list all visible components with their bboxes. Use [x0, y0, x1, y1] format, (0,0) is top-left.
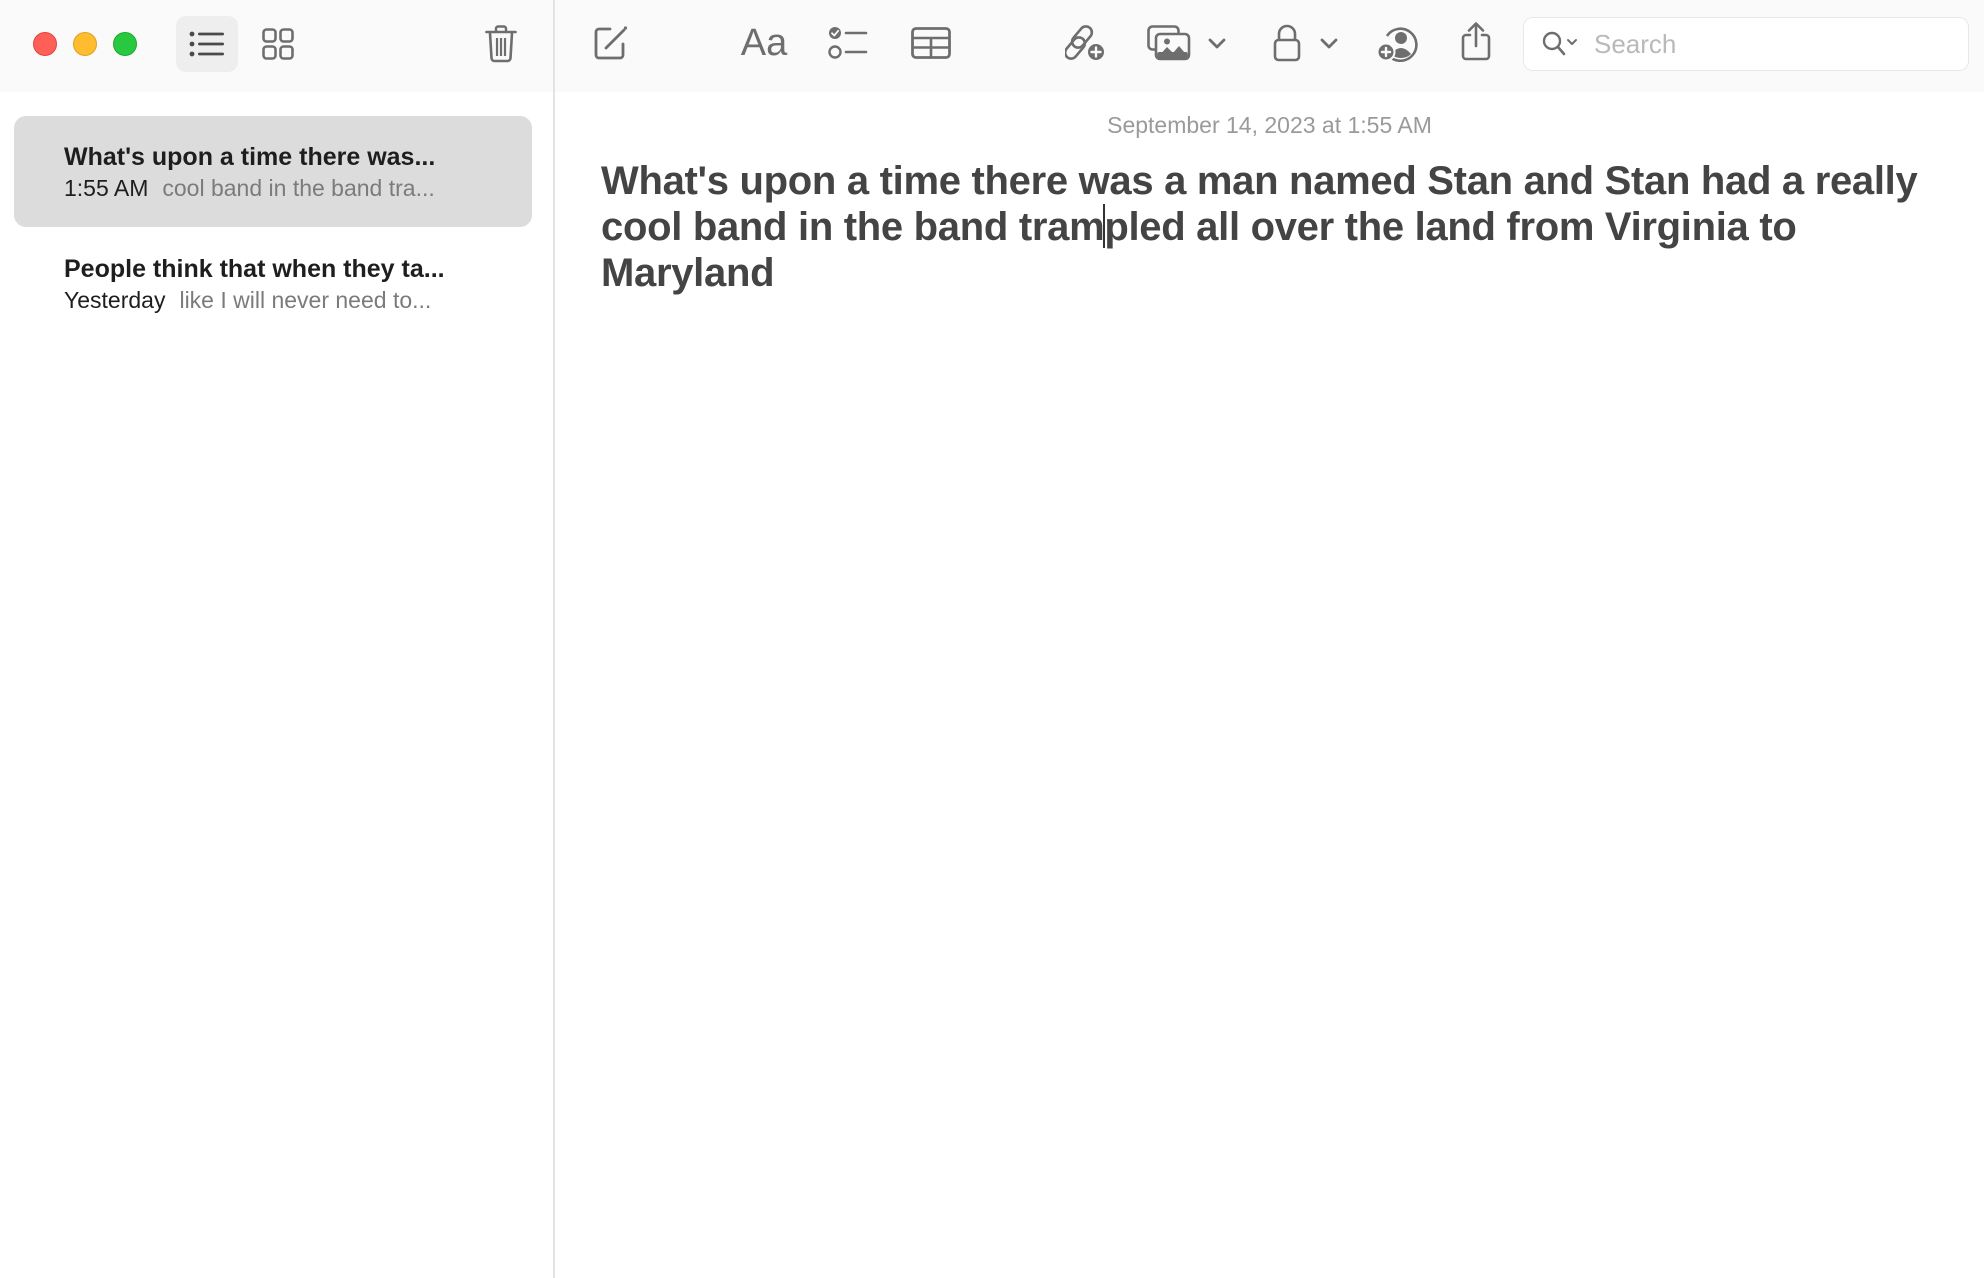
- search-input[interactable]: [1592, 27, 1936, 61]
- window-maximize-button[interactable]: [113, 32, 137, 56]
- gallery-view-button[interactable]: [252, 16, 304, 72]
- link-add-icon: [1065, 25, 1106, 62]
- text-format-button[interactable]: Aa: [734, 18, 794, 68]
- note-body-text[interactable]: What's upon a time there was a man named…: [601, 158, 1961, 296]
- note-title: People think that when they ta...: [64, 255, 445, 283]
- chevron-down-icon: [1320, 38, 1338, 49]
- lock-icon: [1273, 24, 1301, 62]
- search-menu[interactable]: [1542, 31, 1580, 57]
- chevron-down-icon: [1208, 38, 1226, 49]
- compose-icon: [594, 26, 628, 60]
- note-meta: Yesterday like I will never need to...: [64, 285, 532, 315]
- list-view-button[interactable]: [176, 16, 238, 72]
- note-list-item[interactable]: What's upon a time there was... 1:55 AM c…: [14, 116, 532, 227]
- trash-icon: [485, 25, 517, 63]
- note-list-item[interactable]: People think that when they ta... Yester…: [14, 228, 532, 339]
- note-editor[interactable]: September 14, 2023 at 1:55 AM What's upo…: [555, 92, 1984, 1278]
- note-date: 1:55 AM: [64, 175, 149, 201]
- sidebar-toolbar: [0, 0, 553, 92]
- share-button[interactable]: [1452, 14, 1500, 68]
- note-meta: 1:55 AM cool band in the band tra...: [64, 173, 532, 203]
- insert-media-button[interactable]: [1146, 18, 1228, 68]
- lock-note-button[interactable]: [1270, 18, 1342, 68]
- grid-icon: [262, 28, 294, 60]
- window-minimize-button[interactable]: [73, 32, 97, 56]
- search-icon: [1542, 31, 1577, 56]
- note-preview: like I will never need to...: [179, 287, 432, 313]
- list-icon: [189, 31, 224, 57]
- checklist-icon: [828, 27, 868, 59]
- share-icon: [1461, 22, 1491, 61]
- person-add-icon: [1377, 27, 1418, 62]
- note-timestamp: September 14, 2023 at 1:55 AM: [1107, 112, 1432, 138]
- sidebar: What's upon a time there was... 1:55 AM c…: [0, 0, 553, 1278]
- window-close-button[interactable]: [33, 32, 57, 56]
- checklist-button[interactable]: [820, 18, 876, 68]
- delete-note-button[interactable]: [476, 16, 526, 72]
- note-list: What's upon a time there was... 1:55 AM c…: [14, 116, 532, 339]
- search-field[interactable]: [1523, 17, 1969, 71]
- note-date: Yesterday: [64, 287, 166, 313]
- table-button[interactable]: [904, 18, 958, 68]
- add-link-button[interactable]: [1058, 18, 1114, 68]
- photo-icon: [1147, 25, 1191, 61]
- note-title: What's upon a time there was...: [64, 143, 436, 171]
- new-note-button[interactable]: [588, 18, 634, 68]
- note-preview: cool band in the band tra...: [162, 175, 435, 201]
- table-icon: [911, 27, 951, 59]
- collaborate-button[interactable]: [1372, 18, 1424, 68]
